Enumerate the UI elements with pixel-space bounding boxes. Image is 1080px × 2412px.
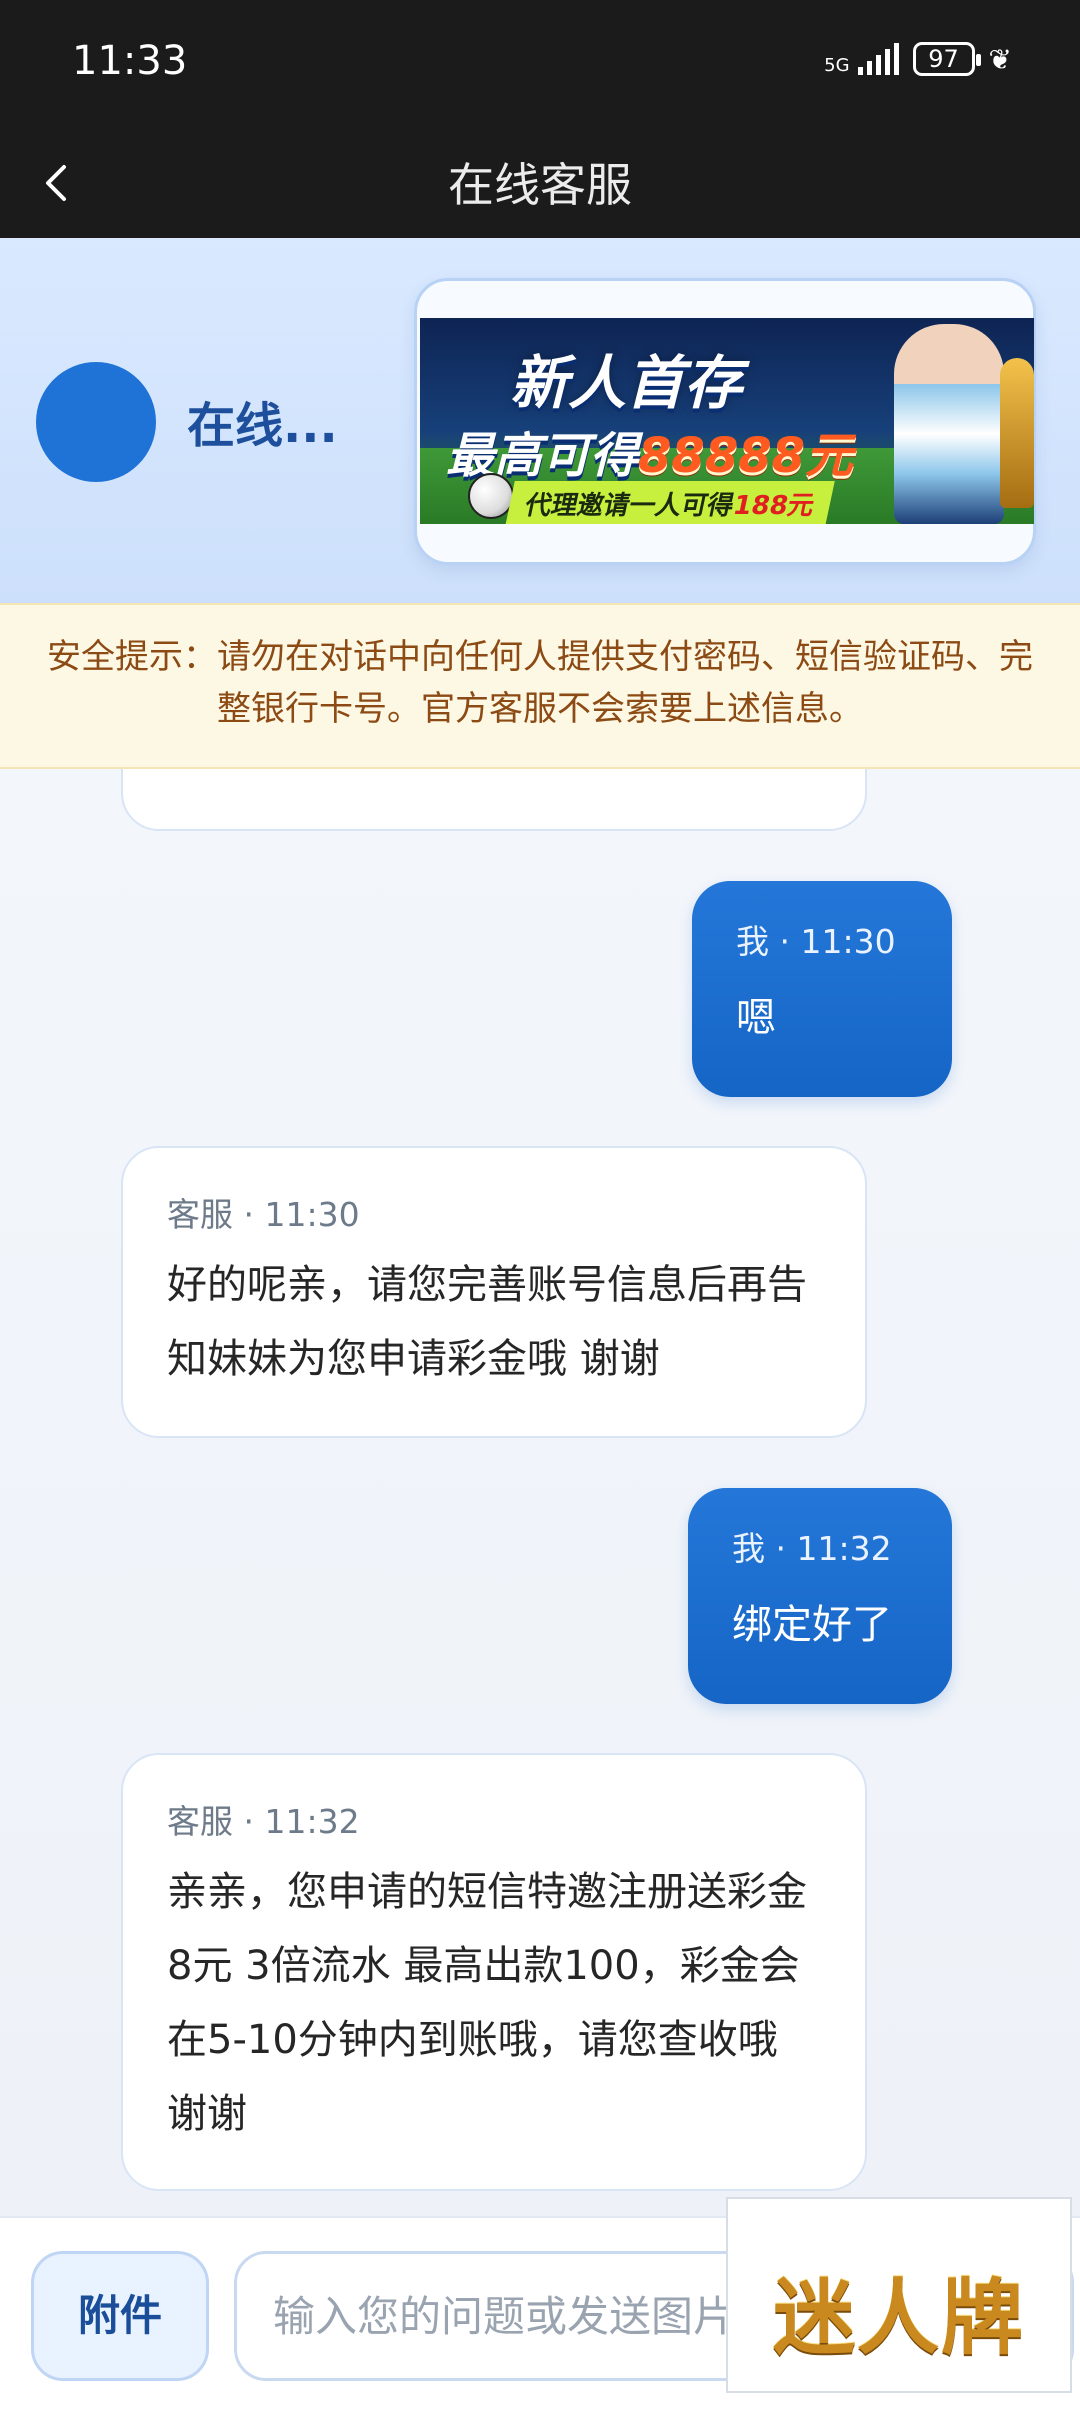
network-type: 5G — [824, 55, 850, 76]
message-bubble-user: 我 · 11:32 绑定好了 — [688, 1488, 952, 1704]
agent-header: 在线... 新人首存 最高可得88888元 代理邀请一人可得188元 — [0, 238, 1080, 603]
banner-player-image — [894, 324, 1004, 524]
promo-referral-prefix: 代理邀请一人可得 — [522, 491, 737, 521]
message-text: 先您申请彩金哦 谢谢 — [167, 769, 829, 785]
promo-referral-amount: 188元 — [730, 491, 817, 521]
message-bubble-user: 我 · 11:30 嗯 — [692, 881, 952, 1097]
avatar — [36, 362, 156, 482]
signal-icon: 5G — [824, 43, 899, 76]
promo-card[interactable]: 新人首存 最高可得88888元 代理邀请一人可得188元 — [414, 278, 1036, 565]
message-text: 绑定好了 — [732, 1602, 892, 1648]
status-time: 11:33 — [72, 38, 188, 84]
battery-icon: 97 — [912, 42, 981, 76]
message-bubble-agent: 客服 · 11:30 好的呢亲，请您完善账号信息后再告知妹妹为您申请彩金哦 谢谢 — [121, 1146, 867, 1438]
message-text: 亲亲，您申请的短信特邀注册送彩金8元 3倍流水 最高出款100，彩金会在5-10… — [167, 1869, 807, 2137]
page-title: 在线客服 — [448, 158, 632, 212]
message-meta: 我 · 11:30 — [736, 922, 896, 961]
message-meta: 我 · 11:32 — [732, 1529, 892, 1568]
promo-banner-image[interactable]: 新人首存 最高可得88888元 代理邀请一人可得188元 — [420, 318, 1034, 524]
message-bubble-agent: 先您申请彩金哦 谢谢 — [121, 769, 867, 831]
message-bubble-agent: 客服 · 11:32 亲亲，您申请的短信特邀注册送彩金8元 3倍流水 最高出款1… — [121, 1753, 867, 2191]
trophy-icon — [1000, 358, 1034, 508]
attach-button[interactable]: 附件 — [31, 2251, 209, 2381]
status-bar: 11:33 5G 97 ❦ — [0, 0, 1080, 125]
message-meta: 客服 · 11:32 — [167, 1802, 360, 1841]
message-text: 好的呢亲，请您完善账号信息后再告知妹妹为您申请彩金哦 谢谢 — [167, 1262, 807, 1382]
chat-messages[interactable]: 先您申请彩金哦 谢谢 我 · 11:30 嗯 客服 · 11:30 好的呢亲，请… — [0, 769, 1080, 2216]
promo-offer-prefix: 最高可得 — [446, 428, 639, 484]
chat-screen: 11:33 5G 97 ❦ 在线客服 在线... 新人首存 最高可得88888元… — [0, 0, 1080, 2412]
leaf-icon: ❦ — [988, 42, 1012, 76]
agent-name: 在线... — [187, 398, 338, 454]
message-meta: 客服 · 11:30 — [167, 1195, 360, 1234]
promo-referral: 代理邀请一人可得188元 — [505, 481, 836, 524]
status-indicators: 5G 97 ❦ — [824, 42, 1012, 76]
safety-notice: 安全提示：请勿在对话中向任何人提供支付密码、短信验证码、完整银行卡号。官方客服不… — [0, 603, 1080, 769]
promo-headline: 新人首存 — [510, 349, 743, 417]
promo-offer: 最高可得88888元 — [446, 416, 853, 486]
brand-logo-text: 迷人牌 — [772, 2270, 1025, 2366]
message-text: 嗯 — [736, 995, 776, 1041]
promo-offer-amount: 88888元 — [638, 428, 854, 484]
app-bar: 在线客服 — [0, 125, 1080, 238]
brand-logo: 迷人牌 — [726, 2197, 1072, 2393]
